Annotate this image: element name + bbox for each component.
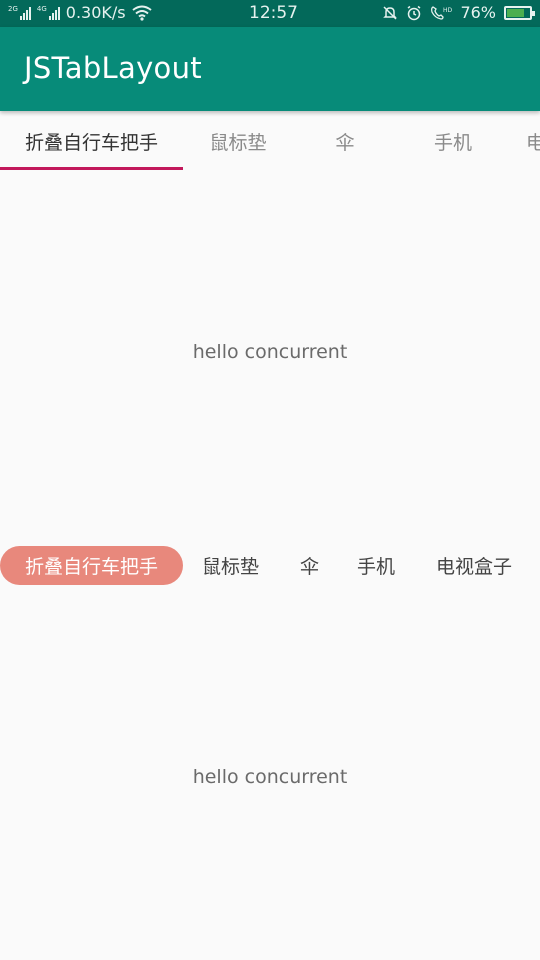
signal-2g-label: 2G xyxy=(8,4,18,13)
tab-mouse-pad[interactable]: 鼠标垫 xyxy=(183,112,293,170)
app-bar: JSTabLayout xyxy=(0,27,540,111)
pill-tab-tv-box[interactable]: 电视盒子 xyxy=(436,546,512,585)
status-bar: 2G 4G 0.30K/s 12:57 HD 76% xyxy=(0,0,540,27)
pill-tab-phone[interactable]: 手机 xyxy=(357,546,395,585)
signal-4g-icon: 4G xyxy=(36,4,60,20)
tab-layout-pill[interactable]: 折叠自行车把手 鼠标垫 伞 手机 电视盒子 xyxy=(0,546,540,585)
alarm-icon xyxy=(407,5,421,20)
pill-tab-mouse-pad[interactable]: 鼠标垫 xyxy=(202,546,259,585)
tab-indicator xyxy=(0,167,183,170)
tab-layout-underline[interactable]: 折叠自行车把手 鼠标垫 伞 手机 电 xyxy=(0,112,540,170)
tab-folding-bike-handle[interactable]: 折叠自行车把手 xyxy=(0,112,183,170)
status-left: 2G 4G 0.30K/s xyxy=(8,3,152,22)
pill-tab-folding-bike-handle[interactable]: 折叠自行车把手 xyxy=(0,546,183,585)
battery-fill xyxy=(507,8,524,17)
tab-tv-partial[interactable]: 电 xyxy=(526,112,540,170)
wifi-icon xyxy=(132,5,152,21)
tab-umbrella[interactable]: 伞 xyxy=(293,112,397,170)
clock: 12:57 xyxy=(249,3,298,23)
network-speed: 0.30K/s xyxy=(65,3,126,22)
signal-2g-icon: 2G xyxy=(8,4,31,20)
hd-call-icon: HD xyxy=(431,5,452,20)
status-right: HD 76% xyxy=(382,3,535,22)
signal-4g-label: 4G xyxy=(36,4,47,13)
battery-charging-icon xyxy=(504,5,535,20)
content-text-bottom: hello concurrent xyxy=(192,766,348,788)
mute-bell-icon xyxy=(383,5,398,20)
battery-percent: 76% xyxy=(460,3,496,22)
app-title: JSTabLayout xyxy=(24,51,202,85)
tab-phone[interactable]: 手机 xyxy=(400,112,506,170)
content-text-top: hello concurrent xyxy=(192,341,348,363)
svg-text:HD: HD xyxy=(443,7,452,14)
pill-tab-umbrella[interactable]: 伞 xyxy=(300,546,319,585)
